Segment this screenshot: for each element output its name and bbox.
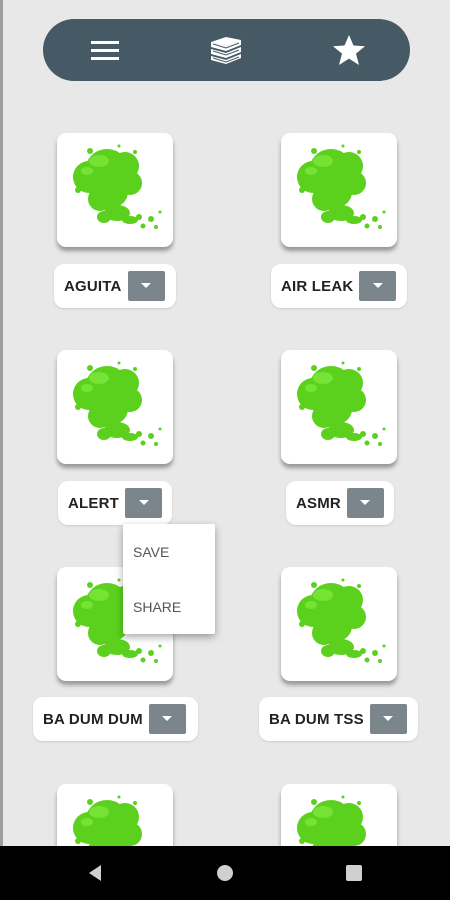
menu-icon [91, 41, 119, 60]
back-button[interactable] [75, 846, 115, 900]
sound-label: BA DUM DUM [33, 697, 198, 741]
left-edge-divider [0, 0, 3, 846]
save-menu-item[interactable]: SAVE [133, 544, 169, 560]
slime-splat-image [73, 144, 162, 229]
dropdown-button[interactable] [148, 704, 186, 734]
sound-card[interactable] [281, 567, 397, 681]
dropdown-button[interactable] [346, 488, 384, 518]
sound-label-text: AGUITA [64, 277, 122, 295]
options-popup-menu: SAVE SHARE [123, 524, 215, 634]
sound-label: ALERT [58, 481, 172, 525]
back-icon [89, 865, 101, 881]
caret-down-icon [138, 500, 149, 505]
top-toolbar [43, 19, 410, 81]
share-menu-item[interactable]: SHARE [133, 599, 181, 615]
dropdown-button[interactable] [127, 271, 165, 301]
favorites-button[interactable] [324, 19, 374, 81]
sound-label-text: BA DUM DUM [43, 710, 143, 728]
home-icon [217, 865, 233, 881]
recents-button[interactable] [334, 846, 374, 900]
library-button[interactable] [201, 19, 251, 81]
slime-splat-image [73, 361, 162, 446]
sound-card[interactable] [57, 350, 173, 464]
home-button[interactable] [205, 846, 245, 900]
sound-label-text: ASMR [296, 494, 341, 512]
caret-down-icon [360, 500, 371, 505]
dropdown-button[interactable] [125, 488, 162, 518]
sound-card[interactable] [57, 133, 173, 247]
menu-button[interactable] [80, 19, 130, 81]
caret-down-icon [141, 283, 152, 288]
star-icon [333, 35, 365, 65]
dropdown-button[interactable] [369, 704, 407, 734]
caret-down-icon [162, 716, 173, 721]
sound-label: AIR LEAK [271, 264, 407, 308]
sound-card[interactable] [281, 350, 397, 464]
sound-label-text: AIR LEAK [281, 277, 354, 295]
sound-label-text: ALERT [68, 494, 119, 512]
sound-card[interactable] [281, 133, 397, 247]
sound-label: BA DUM TSS [259, 697, 418, 741]
dropdown-button[interactable] [359, 271, 397, 301]
slime-splat-image [297, 578, 386, 663]
recents-icon [346, 865, 362, 881]
slime-splat-image [297, 144, 386, 229]
caret-down-icon [372, 283, 383, 288]
sound-label-text: BA DUM TSS [269, 710, 364, 728]
slime-splat-image [297, 361, 386, 446]
system-navigation-bar [0, 846, 450, 900]
books-icon [211, 37, 241, 64]
sound-label: AGUITA [54, 264, 176, 308]
sound-label: ASMR [286, 481, 394, 525]
caret-down-icon [383, 716, 394, 721]
